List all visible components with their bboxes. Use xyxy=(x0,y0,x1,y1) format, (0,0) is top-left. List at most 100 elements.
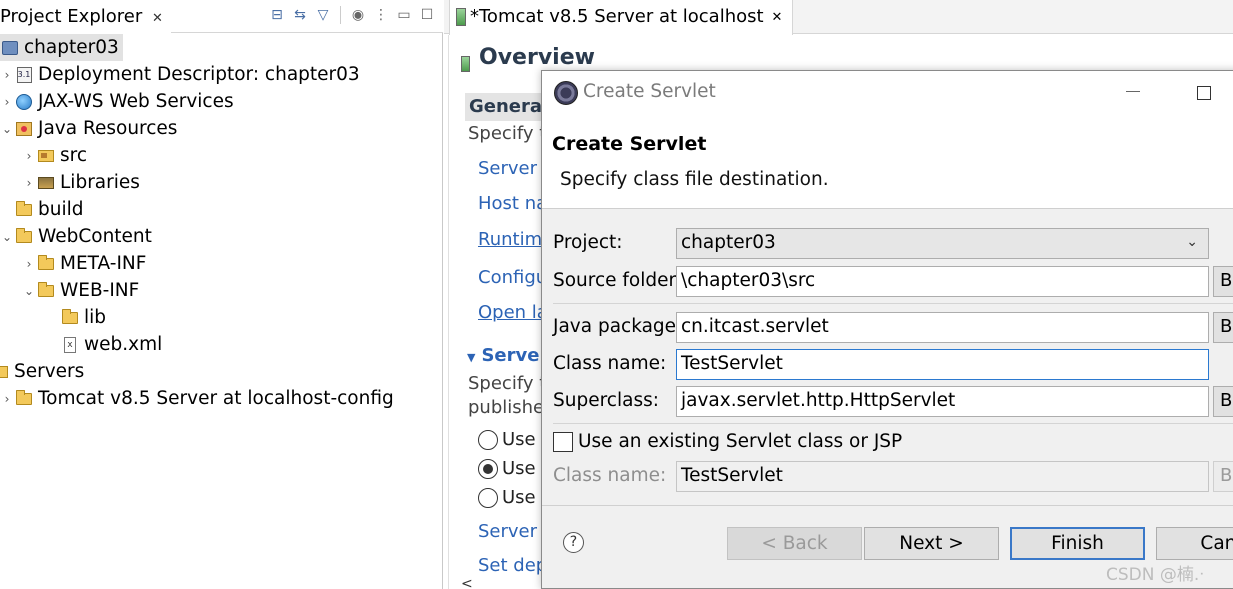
tree-item-src[interactable]: › src xyxy=(22,142,87,169)
cancel-button[interactable]: Canc xyxy=(1156,527,1233,560)
scroll-left-icon[interactable]: < xyxy=(461,576,473,589)
maximize-icon[interactable] xyxy=(1197,86,1211,100)
radio-option-1[interactable] xyxy=(478,430,498,450)
use-existing-checkbox[interactable] xyxy=(553,432,573,452)
tree-item-servers[interactable]: ⌄ Servers xyxy=(0,358,84,385)
banner-title: Create Servlet xyxy=(552,133,707,155)
tree-item-label: JAX-WS Web Services xyxy=(38,91,234,112)
tree-item-label: lib xyxy=(84,307,107,328)
finish-button[interactable]: Finish xyxy=(1010,527,1145,560)
tab-tomcat-server[interactable]: *Tomcat v8.5 Server at localhost ✕ xyxy=(449,0,794,35)
filter-icon[interactable]: ▽ xyxy=(313,5,333,25)
source-folder-field[interactable]: \chapter03\src xyxy=(676,266,1209,297)
server-icon xyxy=(461,56,470,72)
explorer-toolbar: ⊟ ⇆ ▽ ◉ ⋮ ▭ ☐ xyxy=(267,5,437,25)
dialog-title-bar[interactable]: Create Servlet xyxy=(542,71,1233,114)
editor-tab-label: *Tomcat v8.5 Server at localhost xyxy=(470,6,764,27)
tree-item-lib[interactable]: lib xyxy=(46,304,106,331)
project-value: chapter03 xyxy=(681,232,776,253)
toolbar-separator xyxy=(340,6,341,24)
folder-icon xyxy=(36,281,56,300)
radio-option-2[interactable] xyxy=(478,459,498,479)
tree-item-jaxws[interactable]: › JAX-WS Web Services xyxy=(0,88,234,115)
host-name-link[interactable]: Host na xyxy=(478,193,547,214)
tree-item-label: chapter03 xyxy=(24,37,119,58)
collapse-all-icon[interactable]: ⊟ xyxy=(267,5,287,25)
tree-item-web-xml[interactable]: x web.xml xyxy=(46,331,162,358)
chevron-down-icon[interactable]: ⌄ xyxy=(0,122,14,136)
tree-item-java-resources[interactable]: ⌄ Java Resources xyxy=(0,115,177,142)
open-launch-link[interactable]: Open la xyxy=(478,302,548,323)
create-servlet-dialog: Create Servlet Create Servlet Specify cl… xyxy=(541,70,1233,589)
chevron-down-icon[interactable]: ⌄ xyxy=(0,230,14,244)
chevron-right-icon[interactable]: › xyxy=(22,176,36,190)
maximize-icon[interactable]: ☐ xyxy=(417,5,437,25)
focus-icon[interactable]: ◉ xyxy=(348,5,368,25)
deployment-descriptor-icon: 3.1 xyxy=(14,66,34,84)
folder-icon xyxy=(0,363,10,381)
browse-package-button[interactable]: Br xyxy=(1213,312,1233,343)
separator xyxy=(553,423,1233,424)
project-combo[interactable]: chapter03 ⌄ xyxy=(676,228,1209,259)
chevron-right-icon[interactable]: › xyxy=(22,149,36,163)
superclass-label: Superclass: xyxy=(553,390,659,411)
set-deploy-link[interactable]: Set dep xyxy=(478,555,547,576)
server-description: Specify t xyxy=(468,373,547,394)
minimize-icon[interactable]: ▭ xyxy=(394,5,414,25)
use-existing-label[interactable]: Use an existing Servlet class or JSP xyxy=(578,431,902,452)
tree-item-web-inf[interactable]: ⌄ WEB-INF xyxy=(22,277,139,304)
close-icon[interactable]: ✕ xyxy=(152,11,163,26)
tab-project-explorer[interactable]: Project Explorer ✕ xyxy=(0,0,171,34)
server-description-2: publishe xyxy=(468,397,545,418)
superclass-field[interactable]: javax.servlet.http.HttpServlet xyxy=(676,386,1209,417)
tree-item-chapter03[interactable]: chapter03 xyxy=(0,34,123,61)
xml-file-icon: x xyxy=(60,336,80,354)
tree-item-label: Servers xyxy=(14,361,85,382)
tree-item-webcontent[interactable]: ⌄ WebContent xyxy=(0,223,152,250)
browse-existing-button: Br xyxy=(1213,461,1233,492)
folder-icon xyxy=(14,227,34,246)
source-folder-label: Source folder: xyxy=(553,270,683,291)
editor-tab-bar: *Tomcat v8.5 Server at localhost ✕ xyxy=(444,0,1233,35)
tree-item-label: build xyxy=(38,199,84,220)
server-section-header[interactable]: ▼ Server xyxy=(467,345,548,366)
tree-item-label: META-INF xyxy=(60,253,147,274)
tree-item-tomcat-config[interactable]: › Tomcat v8.5 Server at localhost-config xyxy=(0,385,394,412)
tree-item-label: Deployment Descriptor: chapter03 xyxy=(38,64,360,85)
tree-item-meta-inf[interactable]: › META-INF xyxy=(22,250,147,277)
browse-source-button[interactable]: Br xyxy=(1213,266,1233,297)
chevron-right-icon[interactable]: › xyxy=(0,68,14,82)
chevron-right-icon[interactable]: › xyxy=(0,392,14,406)
existing-class-name-label: Class name: xyxy=(553,465,667,486)
general-description: Specify t xyxy=(468,123,547,144)
radio-option-3[interactable] xyxy=(478,488,498,508)
help-icon[interactable]: ? xyxy=(563,532,584,553)
folder-icon xyxy=(60,308,80,327)
runtime-link[interactable]: Runtim xyxy=(478,229,542,250)
view-menu-icon[interactable]: ⋮ xyxy=(371,5,391,25)
overview-title: Overview xyxy=(479,45,595,70)
tree-item-libraries[interactable]: › Libraries xyxy=(22,169,140,196)
link-with-editor-icon[interactable]: ⇆ xyxy=(290,5,310,25)
chevron-down-icon[interactable]: ⌄ xyxy=(22,284,36,298)
class-name-field[interactable]: TestServlet xyxy=(676,349,1209,380)
java-package-label: Java package: xyxy=(553,316,683,337)
separator xyxy=(553,303,1233,304)
minimize-icon[interactable] xyxy=(1126,91,1140,92)
server-icon xyxy=(456,8,466,26)
project-icon xyxy=(0,39,20,57)
tree-item-build[interactable]: build xyxy=(0,196,84,223)
tree-item-deployment-descriptor[interactable]: › 3.1 Deployment Descriptor: chapter03 xyxy=(0,61,360,88)
tree-item-label: Tomcat v8.5 Server at localhost-config xyxy=(38,388,394,409)
next-button[interactable]: Next > xyxy=(864,527,999,560)
chevron-right-icon[interactable]: › xyxy=(0,95,14,109)
configuration-link[interactable]: Configu xyxy=(478,267,547,288)
chevron-right-icon[interactable]: › xyxy=(22,257,36,271)
folder-icon xyxy=(14,200,34,219)
close-icon[interactable]: ✕ xyxy=(772,10,783,25)
dialog-banner: Create Servlet Specify class file destin… xyxy=(542,114,1233,209)
java-package-field[interactable]: cn.itcast.servlet xyxy=(676,312,1209,343)
watermark: CSDN @楠.ᐧ xyxy=(1106,565,1204,585)
project-label: Project: xyxy=(553,232,623,253)
browse-superclass-button[interactable]: Br xyxy=(1213,386,1233,417)
